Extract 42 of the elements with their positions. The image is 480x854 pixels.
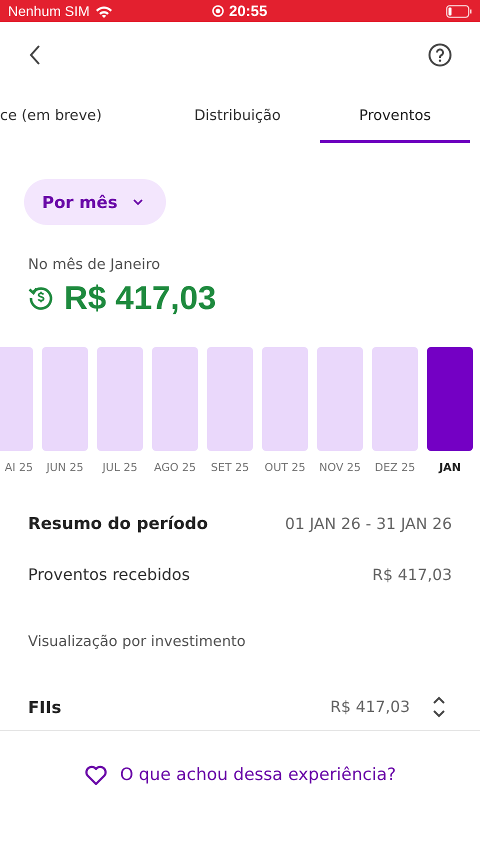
month-bar[interactable]	[152, 347, 198, 451]
help-button[interactable]	[426, 41, 454, 69]
clock-time: 20:55	[229, 2, 268, 20]
heart-icon	[84, 764, 108, 786]
month-bar[interactable]	[262, 347, 308, 451]
summary-title: Resumo do período	[28, 514, 208, 533]
month-label: AI 25	[4, 461, 33, 474]
month-caption: No mês de Janeiro	[28, 257, 162, 273]
month-bar[interactable]	[427, 347, 473, 451]
month-label: OUT 25	[264, 461, 306, 474]
month-bar[interactable]	[97, 347, 143, 451]
month-label: JUL 25	[102, 461, 138, 474]
received-label: Proventos recebidos	[28, 565, 190, 584]
month-bar[interactable]	[317, 347, 363, 451]
record-icon	[212, 5, 224, 17]
received-value: R$ 417,03	[372, 566, 452, 584]
month-amount: R$ 417,03	[64, 279, 216, 317]
month-bar[interactable]	[42, 347, 88, 451]
period-range: 01 JAN 26 - 31 JAN 26	[284, 514, 452, 532]
carrier-label: Nenhum SIM	[8, 3, 90, 19]
month-label: JAN	[439, 461, 461, 474]
month-label: JUN 25	[46, 461, 84, 474]
investment-name: FIIs	[28, 698, 62, 716]
tab[interactable]: Distribuição	[165, 88, 310, 143]
chevron-down-icon	[132, 198, 144, 206]
month-label: NOV 25	[319, 461, 361, 474]
section-heading: Visualização por investimento	[28, 634, 247, 650]
month-bar[interactable]	[207, 347, 253, 451]
month-label: AGO 25	[154, 461, 196, 474]
period-dropdown[interactable]: Por mês	[24, 179, 166, 225]
sort-icon[interactable]	[432, 696, 446, 718]
refresh-money-icon	[28, 285, 54, 311]
investment-value: R$ 417,03	[330, 698, 410, 716]
month-bar[interactable]	[0, 347, 33, 451]
tab[interactable]: Proventos	[320, 88, 470, 143]
month-label: DEZ 25	[374, 461, 416, 474]
month-label: SET 25	[210, 461, 250, 474]
wifi-icon	[94, 4, 113, 18]
battery-icon	[446, 4, 472, 18]
month-bar[interactable]	[372, 347, 418, 451]
feedback-link[interactable]: O que achou dessa experiência?	[78, 763, 402, 787]
tab[interactable]: ce (em breve)	[0, 88, 160, 143]
